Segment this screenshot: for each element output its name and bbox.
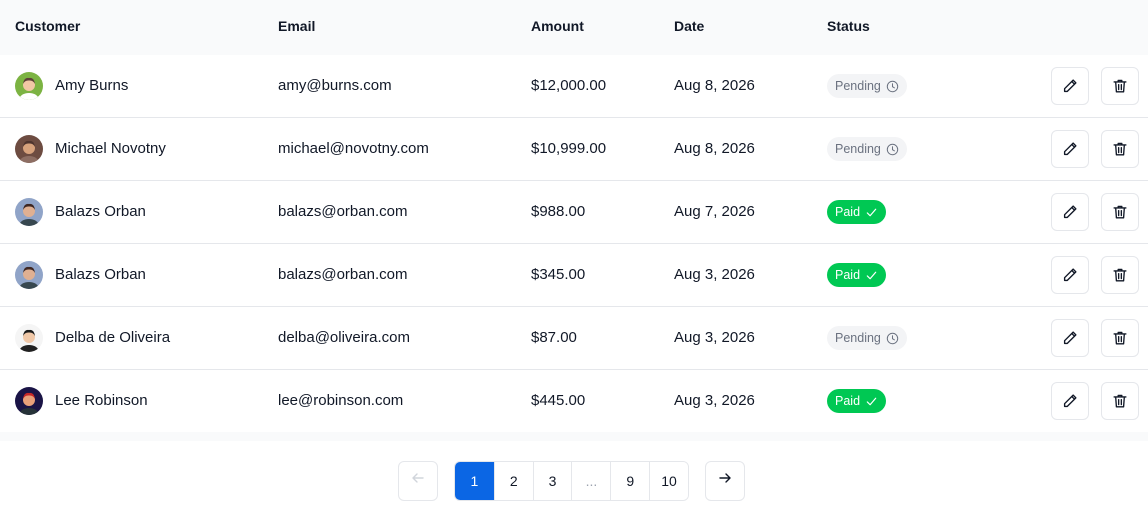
arrow-right-icon [717,461,733,501]
customer-email: balazs@orban.com [278,266,408,283]
pencil-icon [1061,77,1079,95]
status-badge: Paid [827,200,887,224]
customer-email: amy@burns.com [278,77,392,94]
invoice-amount: $10,999.00 [531,140,607,157]
check-icon [865,269,878,282]
invoice-date: Aug 3, 2026 [674,266,755,283]
invoices-table: Customer Email Amount Date Status Amy Bu… [0,0,1148,441]
table-row: Delba de Oliveira delba@oliveira.com $87.0… [0,307,1148,370]
customer-name: Balazs Orban [55,266,146,283]
delete-button[interactable] [1101,130,1139,168]
invoice-amount: $445.00 [531,392,586,409]
header-status: Status [827,18,870,34]
header-email: Email [278,18,316,34]
status-label: Paid [835,205,861,219]
delete-button[interactable] [1101,256,1139,294]
status-badge: Pending [827,74,907,98]
trash-icon [1111,203,1129,221]
table-header: Customer Email Amount Date Status [0,0,1148,55]
clock-icon [886,332,899,345]
page-button[interactable]: 9 [610,462,650,500]
previous-page-button[interactable] [398,461,438,501]
avatar [15,261,43,289]
delete-button[interactable] [1101,382,1139,420]
customer-email: michael@novotny.com [278,140,429,157]
edit-button[interactable] [1051,319,1089,357]
customer-email: lee@robinson.com [278,392,404,409]
customer-name: Delba de Oliveira [55,329,171,346]
status-badge: Paid [827,263,887,287]
table-row: Balazs Orban balazs@orban.com $988.00 Aug 7… [0,181,1148,244]
pencil-icon [1061,140,1079,158]
invoice-date: Aug 3, 2026 [674,329,755,346]
pencil-icon [1061,203,1079,221]
invoice-amount: $12,000.00 [531,77,607,94]
invoice-amount: $87.00 [531,329,577,346]
status-label: Pending [835,142,881,156]
edit-button[interactable] [1051,382,1089,420]
trash-icon [1111,140,1129,158]
avatar [15,387,43,415]
invoice-amount: $988.00 [531,203,586,220]
customer-name: Michael Novotny [55,140,166,157]
invoice-date: Aug 3, 2026 [674,392,755,409]
avatar [15,324,43,352]
table-body: Amy Burns amy@burns.com $12,000.00 Aug 8, 2… [0,55,1148,432]
table-row: Lee Robinson lee@robinson.com $445.00 Aug 3… [0,370,1148,432]
edit-button[interactable] [1051,67,1089,105]
arrow-left-icon [410,461,426,501]
customer-name: Amy Burns [55,77,129,94]
avatar [15,72,43,100]
status-badge: Paid [827,389,887,413]
customer-name: Balazs Orban [55,203,146,220]
invoice-date: Aug 8, 2026 [674,140,755,157]
edit-button[interactable] [1051,193,1089,231]
customer-email: delba@oliveira.com [278,329,410,346]
header-customer: Customer [15,18,81,34]
page-button[interactable]: 1 [455,462,494,500]
invoices-table-page: Customer Email Amount Date Status Amy Bu… [0,0,1148,509]
check-icon [865,206,878,219]
clock-icon [886,80,899,93]
invoice-date: Aug 7, 2026 [674,203,755,220]
table-row: Amy Burns amy@burns.com $12,000.00 Aug 8, 2… [0,55,1148,118]
pencil-icon [1061,392,1079,410]
page-button[interactable]: 3 [532,462,572,500]
invoice-date: Aug 8, 2026 [674,77,755,94]
delete-button[interactable] [1101,193,1139,231]
status-label: Paid [835,394,861,408]
next-page-button[interactable] [705,461,745,501]
table-row: Michael Novotny michael@novotny.com $10,99… [0,118,1148,181]
trash-icon [1111,77,1129,95]
header-date: Date [674,18,705,34]
header-amount: Amount [531,18,584,34]
avatar [15,198,43,226]
status-badge: Pending [827,137,907,161]
edit-button[interactable] [1051,130,1089,168]
pencil-icon [1061,266,1079,284]
pagination-ellipsis: ... [571,462,611,500]
status-label: Paid [835,268,861,282]
pencil-icon [1061,329,1079,347]
delete-button[interactable] [1101,319,1139,357]
trash-icon [1111,266,1129,284]
trash-icon [1111,329,1129,347]
customer-name: Lee Robinson [55,392,148,409]
invoice-amount: $345.00 [531,266,586,283]
clock-icon [886,143,899,156]
check-icon [865,395,878,408]
table-row: Balazs Orban balazs@orban.com $345.00 Aug 3… [0,244,1148,307]
pagination-pages: 1 2 3... 9 10 [454,461,689,501]
trash-icon [1111,392,1129,410]
delete-button[interactable] [1101,67,1139,105]
page-button[interactable]: 2 [493,462,533,500]
customer-email: balazs@orban.com [278,203,408,220]
status-label: Pending [835,331,881,345]
status-badge: Pending [827,326,907,350]
status-label: Pending [835,79,881,93]
edit-button[interactable] [1051,256,1089,294]
page-button[interactable]: 10 [649,462,688,500]
avatar [15,135,43,163]
